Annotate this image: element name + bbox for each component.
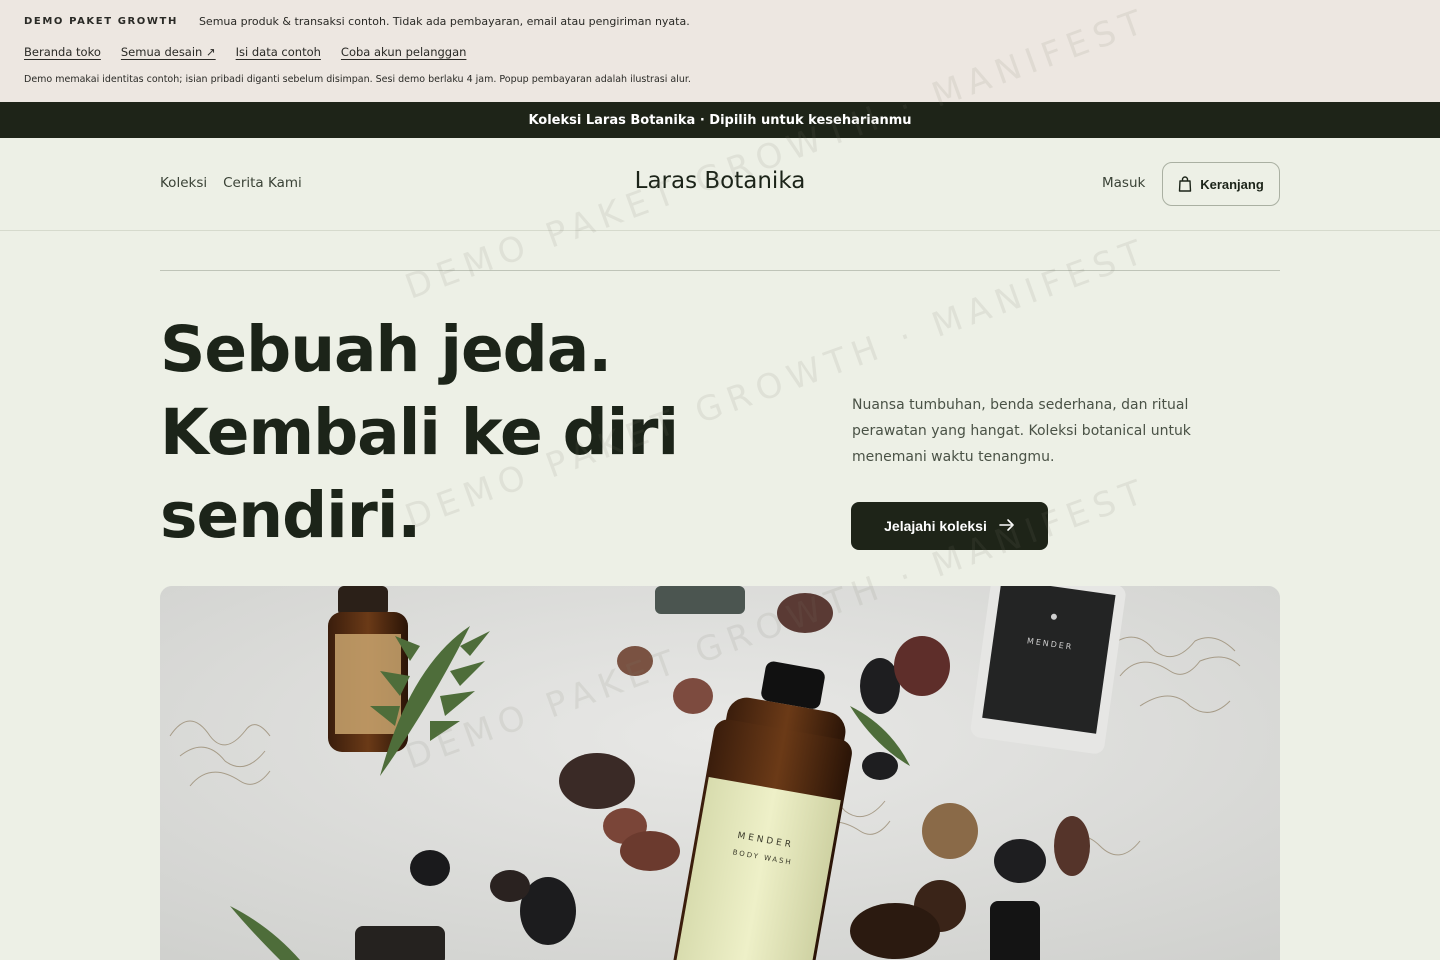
demo-links: Beranda toko Semua desain ↗ Isi data con… (24, 45, 466, 59)
demo-note: Semua produk & transaksi contoh. Tidak a… (198, 15, 690, 28)
hero-description: Nuansa tumbuhan, benda sederhana, dan ri… (852, 397, 1191, 465)
login-link[interactable]: Masuk (1102, 175, 1145, 191)
demo-fine-print: Demo memakai identitas contoh; isian pri… (24, 74, 691, 85)
hero-title-line-3: sendiri. (160, 479, 421, 552)
hero-title: Sebuah jeda. Kembali ke diri sendiri. (160, 308, 780, 557)
demo-link-customer-account[interactable]: Coba akun pelanggan (341, 45, 467, 59)
demo-notice-row: DEMO PAKET GROWTH Semua produk & transak… (24, 15, 690, 28)
site-header: Koleksi Cerita Kami Laras Botanika Masuk… (0, 138, 1440, 231)
hero-divider (160, 270, 1280, 271)
shopping-bag-icon (1178, 176, 1192, 192)
arrow-right-icon (999, 518, 1015, 535)
demo-notice-bar: DEMO PAKET GROWTH Semua produk & transak… (0, 0, 1440, 102)
hero-title-line-1: Sebuah jeda. (160, 313, 612, 386)
cart-label: Keranjang (1200, 176, 1264, 192)
demo-link-home[interactable]: Beranda toko (24, 45, 101, 59)
demo-link-all-designs[interactable]: Semua desain ↗ (121, 45, 216, 59)
hero-title-line-2: Kembali ke diri (160, 396, 679, 469)
demo-tag: DEMO PAKET GROWTH (24, 16, 178, 27)
hero-product-image: MENDER MENDER BODY WASH (160, 586, 1280, 960)
cta-label: Jelajahi koleksi (884, 518, 987, 534)
explore-collection-button[interactable]: Jelajahi koleksi (851, 502, 1048, 550)
announcement-text: Koleksi Laras Botanika · Dipilih untuk k… (528, 112, 912, 128)
announcement-bar: Koleksi Laras Botanika · Dipilih untuk k… (0, 102, 1440, 138)
cart-button[interactable]: Keranjang (1162, 162, 1280, 206)
demo-link-sample-data[interactable]: Isi data contoh (236, 45, 321, 59)
